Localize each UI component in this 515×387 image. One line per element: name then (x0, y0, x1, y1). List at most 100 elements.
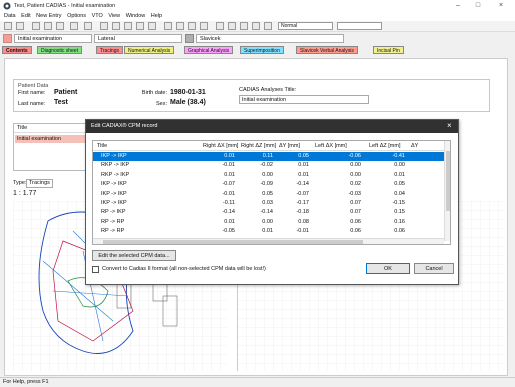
grid-scrollbar[interactable] (444, 141, 450, 241)
grid-column-header[interactable]: Left ΔX [mm] (315, 143, 365, 149)
cancel-button[interactable]: Cancel (414, 263, 454, 274)
menu-vto[interactable]: VTO (92, 12, 103, 21)
table-cell: -0.41 (392, 153, 405, 159)
maximize-button[interactable]: □ (472, 2, 484, 10)
tool-icon-1[interactable] (100, 22, 108, 30)
menu-help[interactable]: Help (151, 12, 162, 21)
exam-select[interactable]: Initial examination (14, 34, 92, 43)
analyses-title-label: CADIAS Analyses Title: (239, 87, 297, 93)
cut-icon[interactable] (32, 22, 40, 30)
print-icon[interactable] (70, 22, 78, 30)
table-row[interactable]: RP -> RP 0.01 0.00 0.08 0.06 0.16 (93, 218, 444, 227)
table-cell: RP -> IKP (101, 209, 126, 216)
tab-incisal-pin[interactable]: Incisal Pin (373, 46, 404, 54)
stop-icon[interactable] (240, 22, 248, 30)
table-cell: RP -> RP (101, 218, 125, 225)
grid-column-header[interactable]: ΔY [mm] (279, 143, 313, 149)
grid-column-header[interactable]: Right ΔZ [mm] (241, 143, 277, 149)
grid-hscrollbar[interactable] (93, 238, 444, 244)
table-cell: IKP -> IKP (101, 181, 127, 188)
ok-button[interactable]: OK (366, 263, 410, 274)
tool-icon-2[interactable] (112, 22, 120, 30)
table-cell: 0.06 (350, 218, 361, 225)
table-cell: -0.07 (222, 181, 235, 188)
table-cell: 0.15 (394, 209, 405, 216)
birth-date-label: Birth date: (141, 90, 167, 96)
first-name-label: First name: (18, 90, 46, 96)
tool-icon-4[interactable] (136, 22, 144, 30)
menu-options[interactable]: Options (67, 12, 86, 21)
table-row[interactable]: RKP -> IKP -0.01 -0.02 0.01 0.00 0.00 (93, 161, 444, 170)
open-icon[interactable] (16, 22, 24, 30)
analyses-title-field[interactable]: Initial examination (239, 95, 369, 104)
tab-tracings[interactable]: Tracings (96, 46, 123, 54)
tab-graphical-analysis[interactable]: Graphical Analysis (184, 46, 234, 54)
table-cell: 0.00 (262, 218, 273, 225)
table-row[interactable]: IKP -> IKP -0.01 0.05 -0.07 -0.03 0.04 (93, 190, 444, 199)
paste-icon[interactable] (56, 22, 64, 30)
pause-icon[interactable] (228, 22, 236, 30)
menu-data[interactable]: Data (4, 12, 16, 21)
convert-checkbox[interactable] (92, 266, 99, 273)
dialog-close-icon[interactable]: × (447, 121, 452, 130)
grid-column-header[interactable]: Title (97, 143, 197, 149)
table-cell: 0.05 (262, 190, 273, 197)
help-icon[interactable] (84, 22, 92, 30)
dialog-title: Edit CADIAX® CPM record (91, 123, 158, 129)
tool-icon-7[interactable] (176, 22, 184, 30)
table-cell: -0.05 (222, 228, 235, 235)
menu-window[interactable]: Window (126, 12, 146, 21)
view-select[interactable]: Lateral (94, 34, 182, 43)
minimize-button[interactable]: – (452, 2, 464, 10)
copy-icon[interactable] (44, 22, 52, 30)
table-cell: 0.00 (394, 162, 405, 169)
grid-hscroll-thumb[interactable] (103, 240, 363, 244)
table-cell: 0.16 (394, 218, 405, 225)
toolbar-combo-2[interactable] (337, 22, 382, 30)
save-icon[interactable] (4, 22, 12, 30)
tool-icon-9[interactable] (200, 22, 208, 30)
table-cell: -0.14 (296, 181, 309, 188)
selector-row: Initial examination Lateral Slavicek (0, 32, 515, 45)
type-tab[interactable]: Tracings (26, 179, 53, 188)
toolbar-combo[interactable]: Normal (278, 22, 333, 30)
menu-edit[interactable]: Edit (21, 12, 30, 21)
tab-numerical-analysis[interactable]: Numerical Analysis (124, 46, 175, 54)
analysis-list-item[interactable]: Initial examination (15, 135, 89, 143)
tab-slavicek-verbal-analysis[interactable]: Slavicek Verbal Analysis (296, 46, 358, 54)
table-cell: IKP -> IKP (101, 190, 127, 197)
table-cell: 0.08 (298, 218, 309, 225)
last-name-value: Test (54, 99, 68, 106)
grid-column-header[interactable]: ΔY (411, 143, 431, 149)
table-cell: RKP -> IKP (101, 162, 130, 169)
first-name-value: Patient (54, 89, 78, 96)
minus-icon[interactable] (252, 22, 260, 30)
table-cell: -0.01 (222, 162, 235, 169)
equals-icon[interactable] (264, 22, 272, 30)
exam-color-swatch (3, 34, 12, 43)
play-icon[interactable] (216, 22, 224, 30)
close-button[interactable]: × (495, 2, 507, 10)
grid-scroll-thumb[interactable] (446, 151, 450, 211)
table-row[interactable]: RP -> RP -0.05 0.01 -0.01 0.06 0.06 (93, 227, 444, 236)
tab-contents[interactable]: Contents (2, 46, 32, 54)
tool-icon-8[interactable] (188, 22, 196, 30)
tool-icon-3[interactable] (124, 22, 132, 30)
analysis-select[interactable]: Slavicek (196, 34, 344, 43)
menu-view[interactable]: View (108, 12, 120, 21)
edit-cpm-button[interactable]: Edit the selected CPM data... (92, 250, 176, 261)
grid-column-header[interactable]: Left ΔZ [mm] (369, 143, 409, 149)
tool-icon-5[interactable] (148, 22, 156, 30)
table-row[interactable]: IKP -> IKP -0.07 -0.09 -0.14 0.02 0.05 (93, 180, 444, 189)
table-cell: 0.07 (350, 209, 361, 216)
table-row[interactable]: IKP -> IKP -0.11 0.03 -0.17 0.07 -0.15 (93, 199, 444, 208)
table-row[interactable]: RKP -> IKP 0.01 0.00 0.01 0.00 0.01 (93, 171, 444, 180)
tab-superimposition[interactable]: Superimposition (240, 46, 284, 54)
table-row[interactable]: IKP -> IKP 0.01 0.11 0.05 -0.06 -0.41 (93, 152, 444, 161)
grid-column-header[interactable]: Right ΔX [mm] (203, 143, 239, 149)
app-icon (3, 2, 11, 10)
table-row[interactable]: RP -> IKP -0.14 -0.14 -0.18 0.07 0.15 (93, 208, 444, 217)
tab-diagnostic-sheet[interactable]: Diagnostic sheet (37, 46, 82, 54)
tool-icon-6[interactable] (164, 22, 172, 30)
menu-new-entry[interactable]: New Entry (36, 12, 61, 21)
